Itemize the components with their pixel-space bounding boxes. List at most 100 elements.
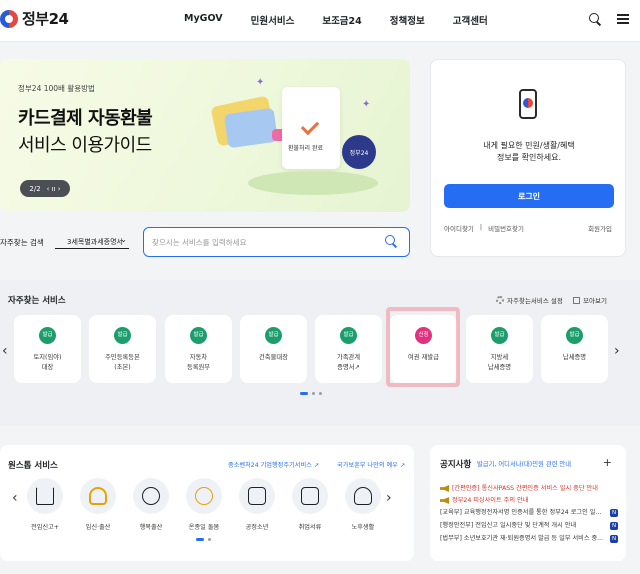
onestop-label: 온종일 돌봄 (188, 524, 220, 531)
issue-badge: 발급 (566, 327, 583, 344)
nav-customer-center[interactable]: 고객센터 (453, 13, 488, 27)
banner-subtitle: 서비스 이용가이드 (18, 135, 152, 156)
nav-mygov[interactable]: MyGOV (184, 13, 223, 27)
new-badge: N (610, 534, 618, 543)
signup-link[interactable]: 회원가입 (588, 223, 612, 233)
phone-icon (519, 89, 537, 119)
frequent-search-label: 자주찾는 검색 (0, 238, 44, 247)
notice-row[interactable]: [행정안전부] 전입신고 일시중단 및 단계적 개시 안내 N (440, 521, 618, 530)
nav-subsidy24[interactable]: 보조금24 (322, 13, 361, 27)
service-card[interactable]: 발급 건축물대장 (240, 315, 307, 383)
view-all-link[interactable]: 모아보기 (573, 295, 607, 305)
find-id-link[interactable]: 아이디찾기 (444, 223, 474, 233)
onestop-item[interactable]: 임신·출산 (75, 478, 121, 531)
next-arrow-icon[interactable]: › (386, 490, 392, 506)
plus-icon[interactable]: + (603, 456, 612, 469)
onestop-item[interactable]: 취업서류 (287, 478, 333, 531)
pager-controls[interactable]: ‹ ıı › (47, 185, 61, 193)
service-label: 자동차 등록원부 (186, 354, 211, 371)
service-search-input[interactable] (152, 235, 372, 249)
onestop-item[interactable]: 전입신고+ (22, 478, 68, 531)
service-label: 지방세 납세증명 (487, 354, 512, 371)
gear-icon (496, 296, 504, 304)
onestop-label: 취업서류 (298, 524, 322, 531)
onestop-services-section: 원스톱 서비스 중소벤처24 기업행정주기서비스 ↗ 국가보훈부 나만의 예우 … (0, 445, 414, 561)
issue-badge: 발급 (340, 327, 357, 344)
new-badge: N (610, 521, 618, 530)
briefcase-icon (292, 478, 328, 514)
carousel-dot-active[interactable] (196, 538, 204, 541)
carousel-dot[interactable] (312, 392, 315, 395)
grid-icon (573, 296, 580, 304)
search-icon[interactable] (588, 12, 602, 26)
frequent-search-select[interactable]: 3세목별과세증명서 ⌄ (55, 233, 129, 249)
carousel-dot[interactable] (208, 538, 211, 541)
notice-row[interactable]: [간편인증] 통신사PASS 간편인증 서비스 일시 중단 안내 (440, 484, 618, 493)
service-label: 건축물대장 (259, 354, 288, 361)
service-label: 토지(임야) 대장 (33, 354, 62, 371)
notice-text: [교육부] 교육행정전자서명 인증서를 통한 정부24 로그인 일... (440, 509, 602, 516)
select-value: 3세목별과세증명서 (67, 238, 123, 246)
issue-badge: 발급 (114, 327, 131, 344)
sparkle-icon: ✦ (362, 99, 371, 110)
frequent-settings-link[interactable]: 자주찾는서비스 설정 (496, 295, 563, 305)
frequent-services-section: 자주찾는 서비스 자주찾는서비스 설정 모아보기 ‹ › 발급 토지(임야) 대장… (0, 280, 640, 426)
prev-arrow-icon[interactable]: ‹ (12, 490, 18, 506)
main-nav: MyGOV 민원서비스 보조금24 정책정보 고객센터 (184, 13, 516, 27)
nav-civil-service[interactable]: 민원서비스 (251, 13, 295, 27)
issue-badge: 발급 (265, 327, 282, 344)
search-icon[interactable] (385, 235, 399, 249)
service-card[interactable]: 발급 가족관계 증명서↗ (315, 315, 382, 383)
login-button[interactable]: 로그인 (444, 184, 614, 208)
service-label: 가족관계 증명서↗ (336, 354, 361, 371)
service-label: 납세증명 (562, 354, 587, 361)
sparkle-icon: ✦ (256, 77, 265, 88)
platform-illustration (248, 171, 378, 195)
find-password-link[interactable]: 비밀번호찾기 (488, 223, 524, 233)
receipt-label: 환불처리 완료 (288, 145, 324, 152)
chevron-down-icon: ⌄ (120, 235, 127, 244)
onestop-label: 전입신고+ (31, 524, 59, 531)
notice-text: [간편인증] 통신사PASS 간편인증 서비스 일시 중단 안내 (452, 485, 598, 492)
carousel-dot[interactable] (319, 392, 322, 395)
notice-row[interactable]: 정부24 피싱사이트 주의 안내 (440, 496, 618, 505)
notices-title: 공지사항 (440, 460, 472, 470)
notice-row[interactable]: [교육부] 교육행정전자서명 인증서를 통한 정부24 로그인 일... N (440, 508, 618, 517)
onestop-label: 노후생활 (351, 524, 375, 531)
next-arrow-icon[interactable]: › (614, 343, 620, 359)
service-label: 주민등록등본 (초본) (105, 354, 140, 371)
carousel-dot-active[interactable] (300, 392, 308, 395)
onestop-item[interactable]: 온종일 돌봄 (181, 478, 227, 531)
house-icon (27, 478, 63, 514)
onestop-item[interactable]: 노후생활 (340, 478, 386, 531)
service-card[interactable]: 신청 여권 재발급 (390, 315, 457, 383)
baby-icon (133, 478, 169, 514)
megaphone-icon (440, 497, 449, 504)
onestop-item[interactable]: 행복출산 (128, 478, 174, 531)
nav-policy-info[interactable]: 정책정보 (390, 13, 425, 27)
menu-icon[interactable] (616, 12, 630, 26)
issue-badge: 발급 (491, 327, 508, 344)
service-card[interactable]: 발급 주민등록등본 (초본) (89, 315, 156, 383)
login-card: 내게 필요한 민원/생활/혜택 정보를 확인하세요. 로그인 아이디찾기 | 비… (430, 59, 626, 257)
service-card[interactable]: 발급 납세증명 (541, 315, 608, 383)
service-card[interactable]: 발급 자동차 등록원부 (165, 315, 232, 383)
service-card[interactable]: 발급 지방세 납세증명 (466, 315, 533, 383)
banner-title: 카드결제 자동환불 (18, 108, 153, 129)
veterans-link[interactable]: 국가보훈부 나만의 예우 ↗ (337, 460, 405, 469)
notice-row[interactable]: [법무부] 소년보호기관 재·퇴원증명서 발급 등 일부 서비스 중... N (440, 534, 618, 543)
onestop-item[interactable]: 공정소년 (234, 478, 280, 531)
promo-banner[interactable]: 정부24 100배 활용방법 카드결제 자동환불 서비스 이용가이드 2/2 ‹… (0, 59, 410, 212)
notice-tag[interactable]: 발급기, 어디서나(대)민원 관련 안내 (477, 459, 571, 468)
prev-arrow-icon[interactable]: ‹ (2, 343, 8, 359)
site-header: 정부24 MyGOV 민원서비스 보조금24 정책정보 고객센터 (0, 0, 640, 42)
pregnancy-icon (80, 478, 116, 514)
apply-badge: 신청 (415, 327, 432, 344)
sme24-link[interactable]: 중소벤처24 기업행정주기서비스 ↗ (228, 460, 319, 469)
service-card[interactable]: 발급 토지(임야) 대장 (14, 315, 81, 383)
site-logo[interactable]: 정부24 (0, 8, 69, 29)
banner-pager[interactable]: 2/2 ‹ ıı › (20, 180, 70, 197)
gov24-badge: 정부24 (342, 135, 376, 169)
issue-badge: 발급 (39, 327, 56, 344)
carousel-dots (300, 392, 322, 395)
